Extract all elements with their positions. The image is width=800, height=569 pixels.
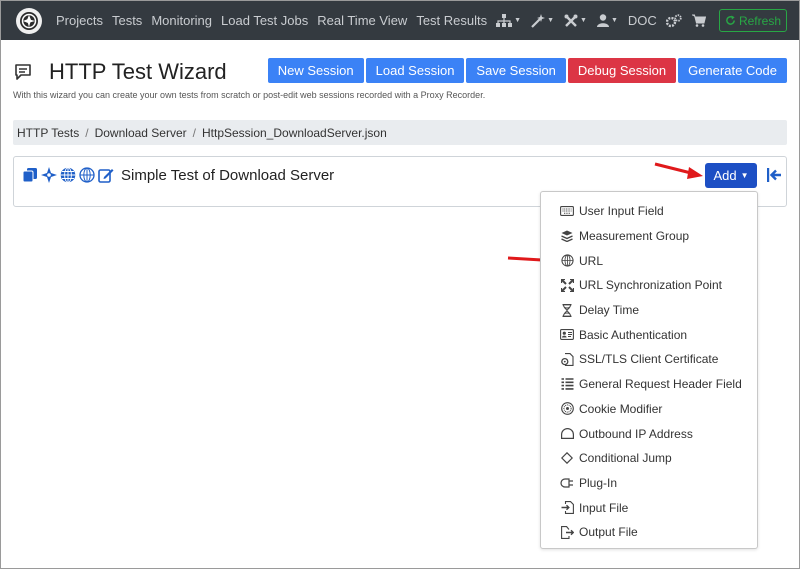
- top-navbar: Projects Tests Monitoring Load Test Jobs…: [1, 1, 799, 40]
- test-title: Simple Test of Download Server: [121, 167, 335, 184]
- breadcrumb-separator: /: [192, 125, 196, 140]
- menu-item-label: URL Synchronization Point: [579, 278, 722, 293]
- menu-item-input-file[interactable]: Input File: [541, 495, 757, 520]
- nav-test-results[interactable]: Test Results: [416, 13, 487, 28]
- menu-item-label: SSL/TLS Client Certificate: [579, 352, 719, 367]
- menu-item-label: Output File: [579, 525, 638, 540]
- page-subtitle: With this wizard you can create your own…: [13, 90, 486, 100]
- load-session-button[interactable]: Load Session: [365, 58, 465, 83]
- add-button[interactable]: Add ▼: [705, 163, 757, 188]
- menu-item-measurement-group[interactable]: Measurement Group: [541, 224, 757, 249]
- annotation-arrow-add: [654, 162, 703, 179]
- gears-icon[interactable]: [665, 13, 682, 28]
- add-label: Add: [713, 168, 737, 183]
- app-logo[interactable]: [16, 7, 42, 34]
- session-toolbar: New Session Load Session Save Session De…: [267, 58, 787, 83]
- menu-item-conditional-jump[interactable]: Conditional Jump: [541, 446, 757, 471]
- nav-real-time-view[interactable]: Real Time View: [317, 13, 407, 28]
- menu-item-label: Plug-In: [579, 475, 618, 490]
- diamond-icon: [560, 451, 574, 465]
- refresh-label: Refresh: [738, 13, 781, 28]
- breadcrumb-session-file: HttpSession_DownloadServer.json: [201, 125, 387, 140]
- collapse-icon[interactable]: [766, 167, 782, 183]
- menu-item-label: Basic Authentication: [579, 327, 688, 342]
- layers-icon: [560, 229, 574, 243]
- menu-item-cookie-modifier[interactable]: Cookie Modifier: [541, 397, 757, 422]
- menu-item-outbound-ip[interactable]: Outbound IP Address: [541, 421, 757, 446]
- menu-item-plug-in[interactable]: Plug-In: [541, 471, 757, 496]
- output-file-icon: [560, 525, 574, 539]
- user-icon[interactable]: ▼: [596, 14, 618, 27]
- globe-filled-icon[interactable]: [60, 167, 76, 183]
- nav-tests[interactable]: Tests: [112, 13, 142, 28]
- compass-icon[interactable]: [41, 167, 57, 183]
- menu-item-ssl-tls-certificate[interactable]: SSL/TLS Client Certificate: [541, 347, 757, 372]
- input-file-icon: [560, 501, 574, 515]
- nav-monitoring[interactable]: Monitoring: [151, 13, 212, 28]
- save-session-button[interactable]: Save Session: [466, 58, 566, 83]
- tools-icon[interactable]: ▼: [564, 14, 587, 28]
- caret-down-icon: ▼: [740, 171, 749, 180]
- copy-icon[interactable]: [22, 167, 38, 183]
- id-card-icon: [560, 328, 574, 342]
- hourglass-icon: [560, 303, 574, 317]
- globe-icon: [560, 254, 574, 268]
- menu-item-label: User Input Field: [579, 204, 664, 219]
- cookie-icon: [560, 402, 574, 416]
- menu-item-url-sync-point[interactable]: URL Synchronization Point: [541, 273, 757, 298]
- breadcrumb: HTTP Tests / Download Server / HttpSessi…: [13, 120, 787, 145]
- menu-item-label: Measurement Group: [579, 229, 690, 244]
- menu-item-label: General Request Header Field: [579, 377, 742, 392]
- certificate-icon: [560, 352, 574, 366]
- plug-icon: [560, 476, 574, 490]
- message-icon: [15, 64, 31, 80]
- breadcrumb-separator: /: [85, 125, 89, 140]
- page-title: HTTP Test Wizard: [49, 59, 227, 84]
- keyboard-icon: [560, 204, 574, 218]
- list-icon: [560, 377, 574, 391]
- menu-item-label: Outbound IP Address: [579, 426, 693, 441]
- menu-item-output-file[interactable]: Output File: [541, 520, 757, 545]
- menu-item-url[interactable]: URL: [541, 248, 757, 273]
- breadcrumb-http-tests[interactable]: HTTP Tests: [17, 126, 79, 140]
- nav-projects[interactable]: Projects: [56, 13, 103, 28]
- menu-item-request-header-field[interactable]: General Request Header Field: [541, 372, 757, 397]
- menu-item-user-input-field[interactable]: User Input Field: [541, 199, 757, 224]
- sync-point-icon: [560, 278, 574, 292]
- menu-item-basic-authentication[interactable]: Basic Authentication: [541, 322, 757, 347]
- refresh-button[interactable]: Refresh: [718, 9, 787, 32]
- menu-item-label: Delay Time: [579, 303, 640, 318]
- menu-item-label: Cookie Modifier: [579, 401, 663, 416]
- generate-code-button[interactable]: Generate Code: [678, 58, 787, 83]
- test-icon-bar: [22, 167, 114, 183]
- debug-session-button[interactable]: Debug Session: [567, 58, 677, 83]
- wand-icon[interactable]: ▼: [531, 13, 554, 28]
- new-session-button[interactable]: New Session: [267, 58, 364, 83]
- outbound-icon: [560, 427, 574, 441]
- globe-outline-icon[interactable]: [79, 167, 95, 183]
- refresh-icon: [726, 15, 735, 25]
- menu-item-label: Input File: [579, 500, 629, 515]
- nav-doc[interactable]: DOC: [628, 13, 657, 28]
- breadcrumb-download-server[interactable]: Download Server: [95, 126, 187, 140]
- cart-icon[interactable]: [691, 14, 706, 27]
- menu-item-label: URL: [579, 253, 604, 268]
- nav-load-test-jobs[interactable]: Load Test Jobs: [221, 13, 308, 28]
- edit-icon[interactable]: [98, 167, 114, 183]
- add-dropdown-menu: User Input Field Measurement Group URL U…: [540, 191, 758, 549]
- page-header: HTTP Test Wizard: [13, 59, 227, 85]
- menu-item-label: Conditional Jump: [579, 451, 672, 466]
- sitemap-icon[interactable]: ▼: [496, 14, 521, 27]
- menu-item-delay-time[interactable]: Delay Time: [541, 298, 757, 323]
